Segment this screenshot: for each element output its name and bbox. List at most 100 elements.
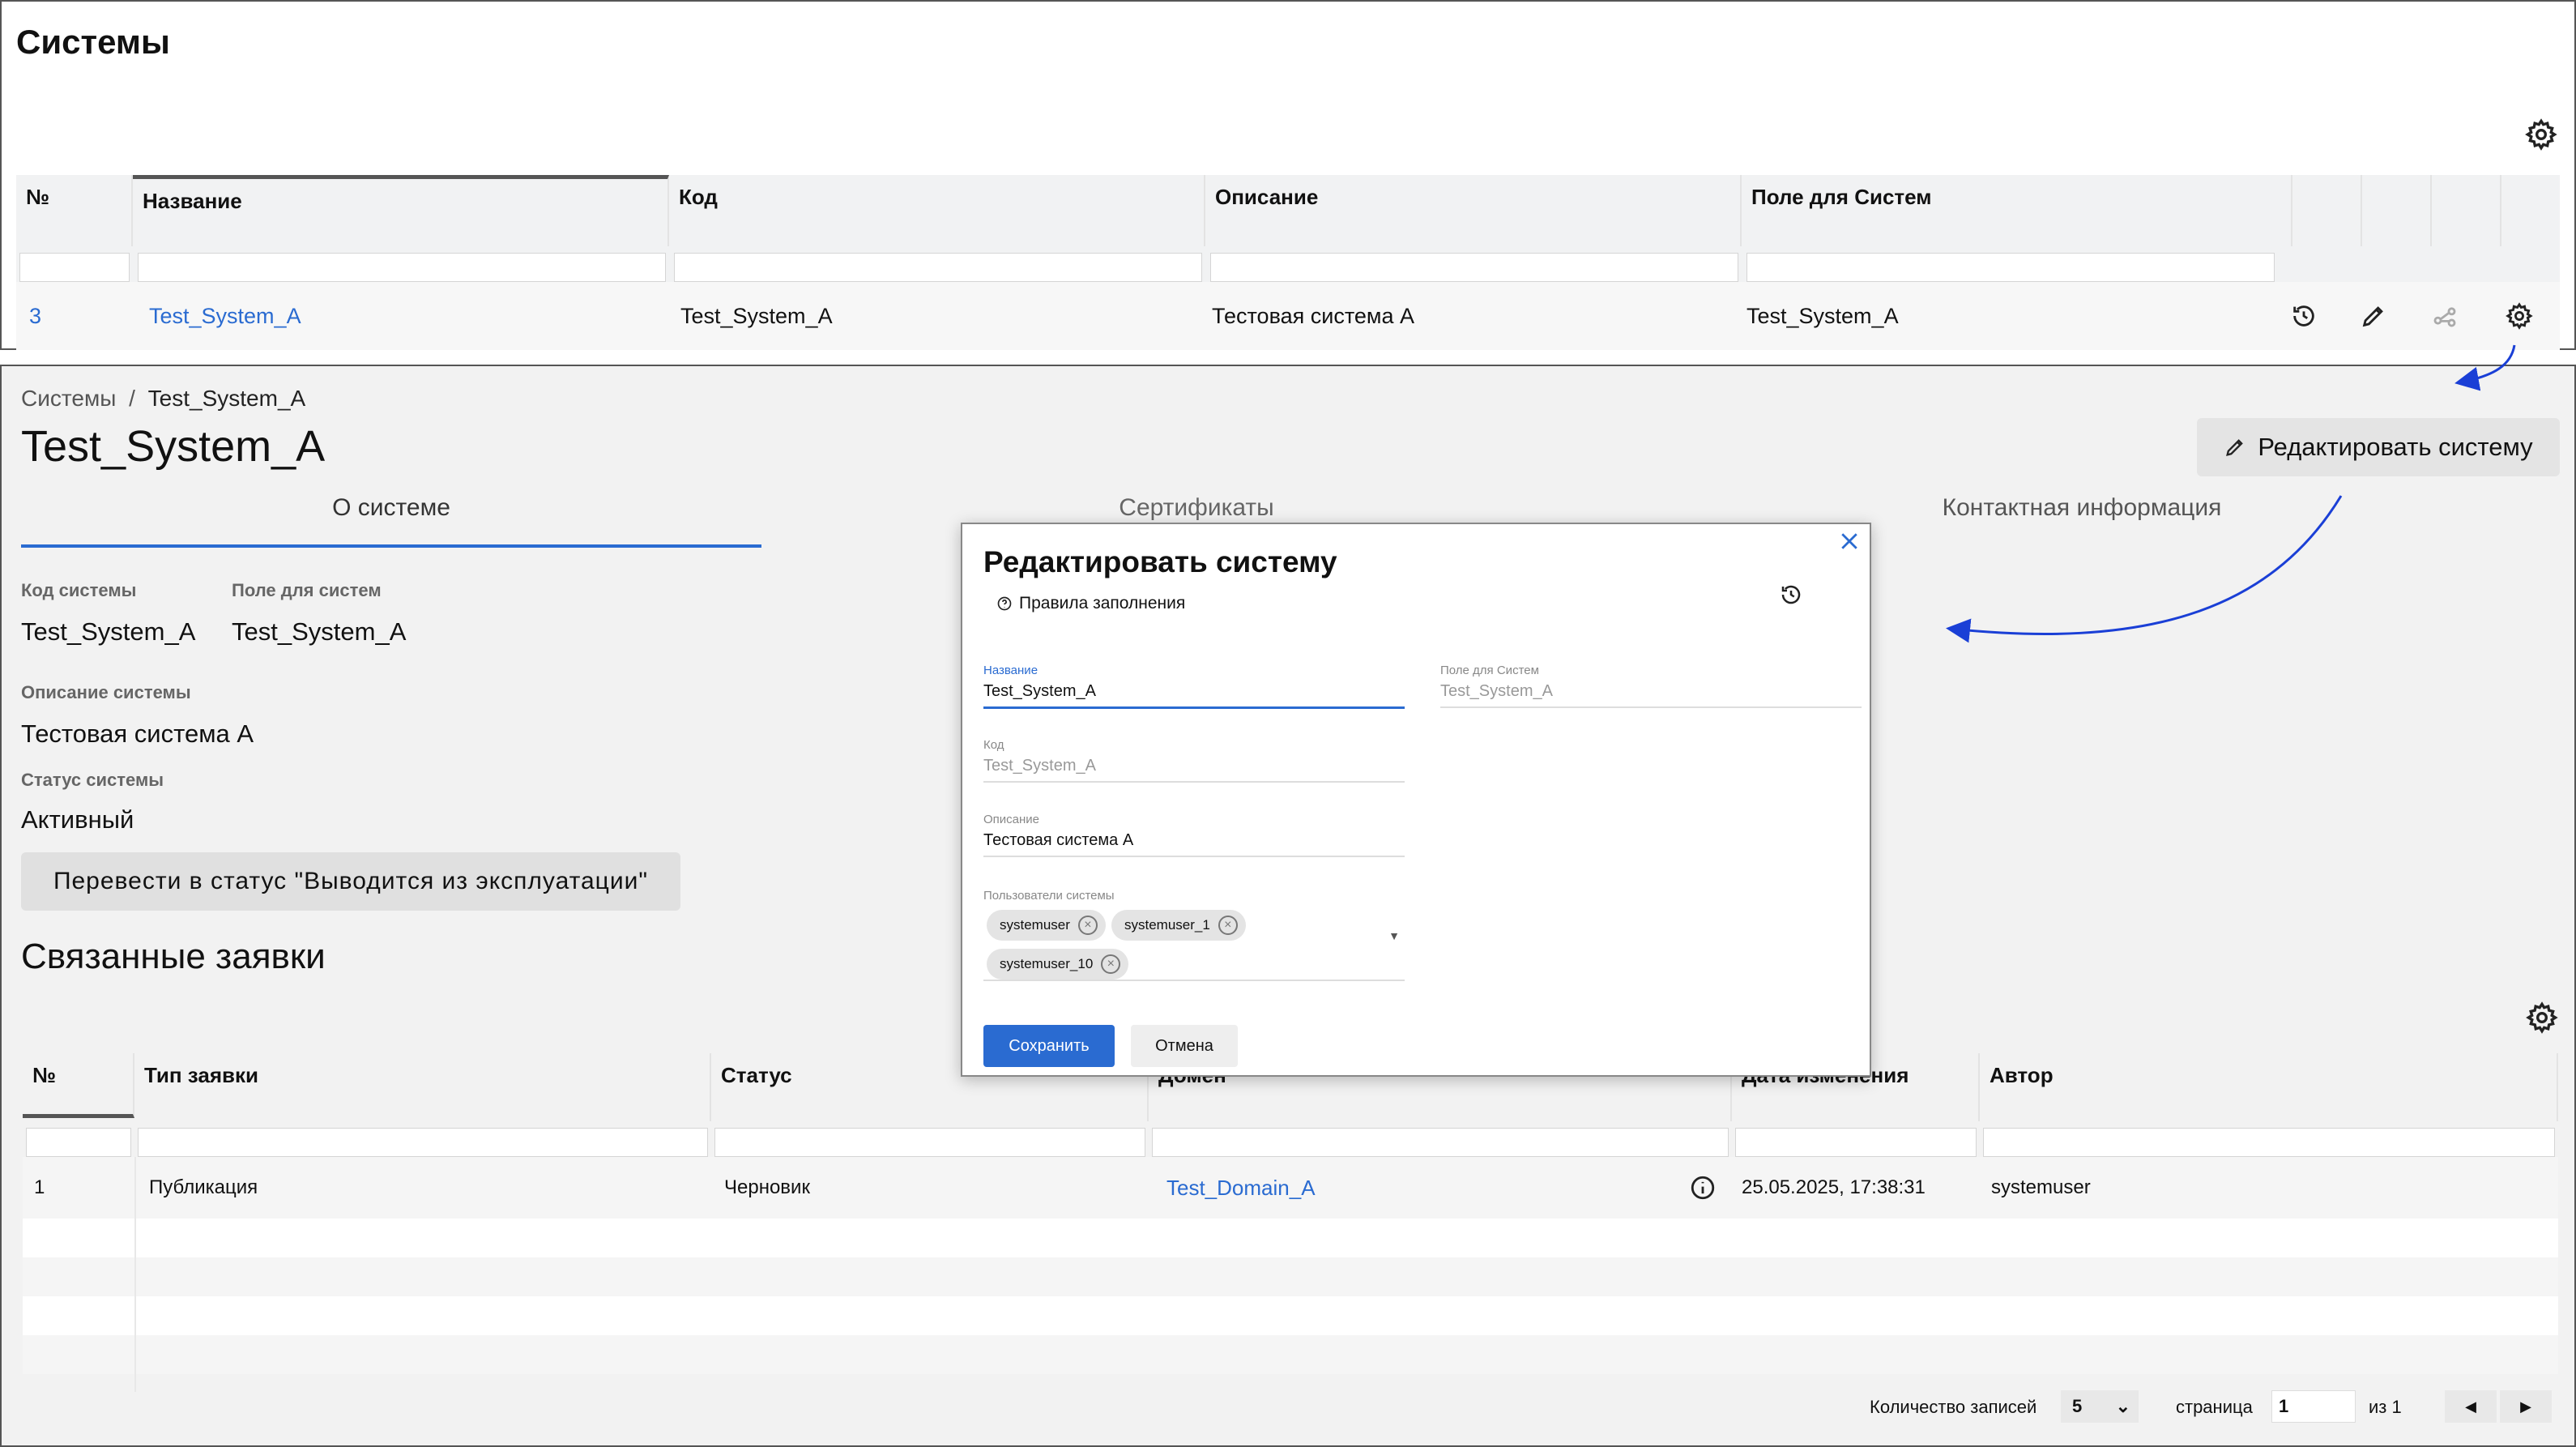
rfilter-domain-input[interactable] xyxy=(1152,1128,1729,1157)
filter-description-input[interactable] xyxy=(1210,253,1738,282)
history-icon[interactable] xyxy=(2288,300,2320,332)
rrow-domain-link[interactable]: Test_Domain_A xyxy=(1166,1157,1316,1219)
col-action-3 xyxy=(2432,175,2501,246)
empty-row xyxy=(23,1219,2558,1257)
users-field-label: Пользователи системы xyxy=(983,889,1115,903)
info-icon[interactable] xyxy=(1687,1172,1719,1204)
rrow-type: Публикация xyxy=(149,1176,258,1198)
close-icon[interactable] xyxy=(1837,529,1862,553)
next-page-button[interactable]: ▶ xyxy=(2500,1390,2552,1423)
column-divider xyxy=(134,1157,136,1392)
row-name-link[interactable]: Test_System_A xyxy=(149,282,301,350)
remove-chip-icon[interactable]: × xyxy=(1101,954,1121,974)
user-chip-label: systemuser_1 xyxy=(1124,917,1210,933)
help-icon xyxy=(997,596,1012,611)
code-label: Код системы xyxy=(21,580,137,600)
row-field: Test_System_A xyxy=(1746,303,1899,328)
col-num[interactable]: № xyxy=(16,175,133,246)
edit-icon xyxy=(2226,439,2244,456)
rcol-author[interactable]: Автор xyxy=(1980,1053,2558,1125)
page-title: Системы xyxy=(16,23,170,61)
user-chip: systemuser_10 × xyxy=(987,949,1129,980)
user-chip: systemuser × xyxy=(987,910,1106,941)
remove-chip-icon[interactable]: × xyxy=(1077,916,1098,935)
systems-list-panel: Системы № Название Код Описание Поле для… xyxy=(0,0,2576,350)
related-table-gear-icon[interactable] xyxy=(2526,1001,2558,1034)
col-name[interactable]: Название xyxy=(133,175,669,246)
records-count-select[interactable]: 5 ⌄ xyxy=(2061,1390,2139,1423)
edit-system-label: Редактировать систему xyxy=(2258,433,2533,461)
active-tab-indicator xyxy=(21,544,761,548)
col-code[interactable]: Код xyxy=(669,175,1205,246)
related-requests-title: Связанные заявки xyxy=(21,937,326,976)
modal-title: Редактировать систему xyxy=(983,545,1337,578)
related-filter-row xyxy=(23,1121,2558,1157)
remove-chip-icon[interactable]: × xyxy=(1218,916,1238,935)
breadcrumb: Системы / Test_System_A xyxy=(21,386,305,412)
status-label: Статус системы xyxy=(21,770,164,790)
code-field-label: Код xyxy=(983,738,1004,752)
table-row[interactable]: 3 Test_System_A Test_System_A Тестовая с… xyxy=(16,282,2560,350)
edit-system-modal: Редактировать систему Правила заполнения… xyxy=(961,523,1871,1077)
description-field-value[interactable]: Тестовая система А xyxy=(983,831,1405,856)
rrow-author: systemuser xyxy=(1991,1176,2091,1198)
records-count-label: Количество записей xyxy=(1870,1397,2037,1417)
name-field-value[interactable]: Test_System_A xyxy=(983,682,1405,706)
breadcrumb-current: Test_System_A xyxy=(147,386,306,411)
breadcrumb-root[interactable]: Системы xyxy=(21,386,116,411)
prev-page-button[interactable]: ◀ xyxy=(2445,1390,2497,1423)
chevron-down-icon: ⌄ xyxy=(2115,1396,2130,1416)
filter-code-input[interactable] xyxy=(674,253,1202,282)
code-value: Test_System_A xyxy=(21,617,196,646)
edit-icon[interactable] xyxy=(2357,300,2390,332)
filter-num-input[interactable] xyxy=(19,253,130,282)
user-chip-label: systemuser xyxy=(1000,917,1070,933)
col-description[interactable]: Описание xyxy=(1205,175,1742,246)
systems-field: Поле для Систем Test_System_A xyxy=(1440,664,1862,708)
tab-contacts[interactable]: Контактная информация xyxy=(1709,494,2454,522)
relations-icon[interactable] xyxy=(2429,300,2461,332)
description-field[interactable]: Описание Тестовая система А xyxy=(983,813,1405,857)
name-field[interactable]: Название Test_System_A xyxy=(983,664,1405,709)
table-header: № Название Код Описание Поле для Систем xyxy=(16,175,2560,246)
row-gear-icon[interactable] xyxy=(2503,300,2535,332)
change-status-button[interactable]: Перевести в статус "Выводится из эксплуа… xyxy=(21,852,680,911)
row-num[interactable]: 3 xyxy=(29,282,41,350)
rcol-num[interactable]: № xyxy=(23,1053,134,1118)
dropdown-arrow-icon[interactable]: ▼ xyxy=(1388,929,1400,942)
description-label: Описание системы xyxy=(21,682,191,702)
page-label: страница xyxy=(2176,1397,2253,1417)
empty-row xyxy=(23,1335,2558,1374)
edit-system-button[interactable]: Редактировать систему xyxy=(2197,418,2560,476)
filter-name-input[interactable] xyxy=(138,253,666,282)
rfilter-status-input[interactable] xyxy=(714,1128,1145,1157)
detail-title: Test_System_A xyxy=(21,422,326,471)
tab-certificates[interactable]: Сертификаты xyxy=(826,494,1567,522)
rrow-date: 25.05.2025, 17:38:31 xyxy=(1742,1176,1926,1198)
related-table-row[interactable]: 1 Публикация Черновик Test_Domain_A 25.0… xyxy=(23,1157,2558,1219)
page-input[interactable]: 1 xyxy=(2271,1390,2356,1423)
rfilter-num-input[interactable] xyxy=(26,1128,131,1157)
systems-field-label: Поле для Систем xyxy=(1440,664,1539,677)
rcol-type[interactable]: Тип заявки xyxy=(134,1053,711,1125)
rrow-status: Черновик xyxy=(724,1176,810,1198)
rfilter-author-input[interactable] xyxy=(1983,1128,2555,1157)
cancel-button[interactable]: Отмена xyxy=(1131,1025,1238,1067)
rfilter-type-input[interactable] xyxy=(138,1128,708,1157)
user-chip: systemuser_1 × xyxy=(1111,910,1246,941)
filter-row xyxy=(16,246,2560,282)
status-value: Активный xyxy=(21,805,134,834)
col-field[interactable]: Поле для Систем xyxy=(1742,175,2292,246)
empty-row xyxy=(23,1296,2558,1335)
save-button[interactable]: Сохранить xyxy=(983,1025,1115,1067)
reset-history-icon[interactable] xyxy=(1779,583,1803,607)
row-description: Тестовая система А xyxy=(1212,303,1415,328)
rfilter-date-input[interactable] xyxy=(1735,1128,1977,1157)
table-settings-gear-icon[interactable] xyxy=(2525,118,2557,151)
fill-rules-link[interactable]: Правила заполнения xyxy=(996,594,1185,613)
tab-about[interactable]: О системе xyxy=(21,494,761,522)
systems-field-value: Test_System_A xyxy=(1440,682,1553,700)
user-chip-label: systemuser_10 xyxy=(1000,956,1094,971)
code-field: Код Test_System_A xyxy=(983,738,1405,783)
filter-field-input[interactable] xyxy=(1746,253,2275,282)
